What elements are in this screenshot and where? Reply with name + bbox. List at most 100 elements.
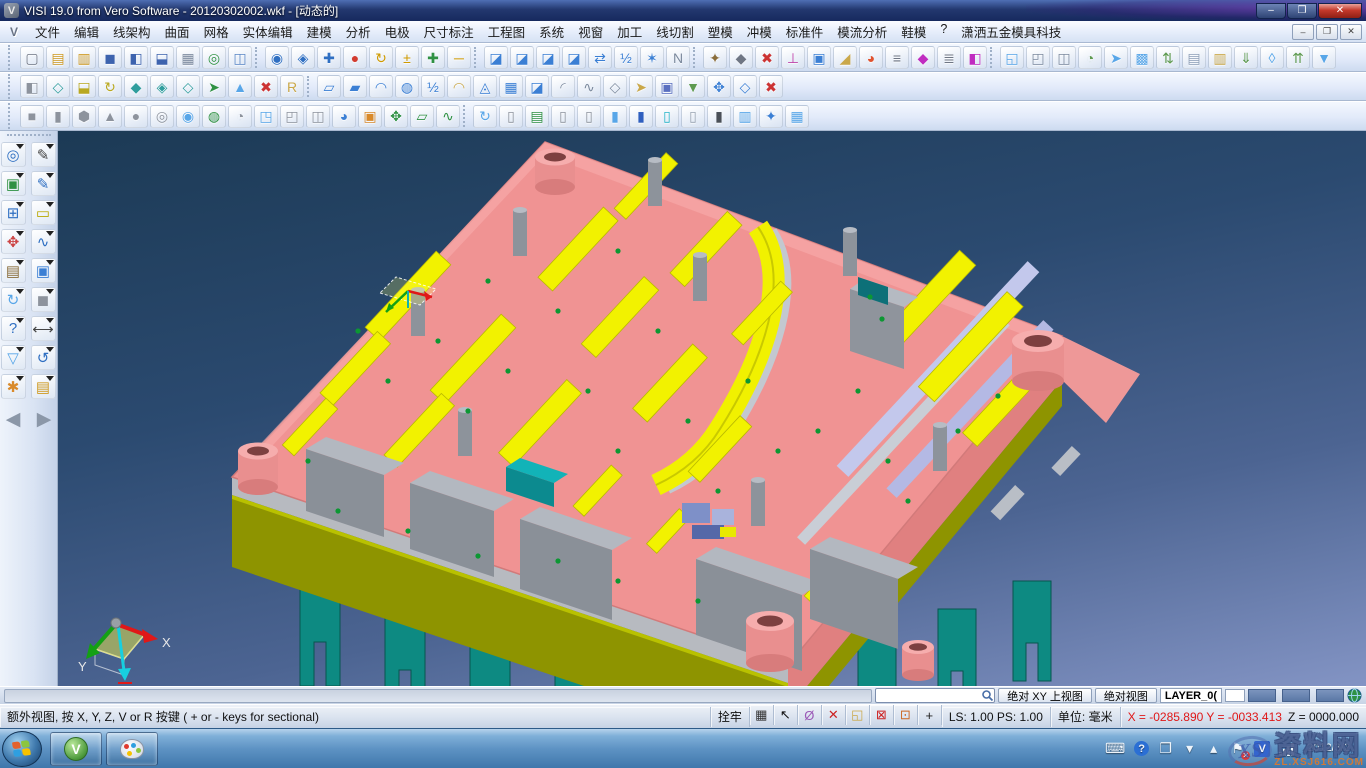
new-file-icon[interactable]: ▢ <box>20 46 44 69</box>
cylinder-combine-icon[interactable]: ◍ <box>202 105 226 128</box>
menu-item-4[interactable]: 曲面 <box>158 20 197 43</box>
cube-panes-icon[interactable]: ▣ <box>655 75 679 98</box>
add-point-icon[interactable]: + <box>918 705 942 725</box>
open-part-icon[interactable]: ▥ <box>72 46 96 69</box>
box-target-icon[interactable]: ⊡ <box>894 705 918 725</box>
action-center-flag-icon[interactable]: ⚑ <box>1230 740 1245 757</box>
split-window-icon[interactable]: ◫ <box>228 46 252 69</box>
solid-open-icon[interactable]: ◰ <box>280 105 304 128</box>
traffic-lights-icon[interactable]: ● <box>343 46 367 69</box>
paste-icon[interactable]: ▥ <box>1208 46 1232 69</box>
surface-order-icon[interactable]: ½ <box>614 46 638 69</box>
delete-trash-icon[interactable]: ▽ <box>1 345 26 370</box>
spread-icon[interactable]: ✥ <box>707 75 731 98</box>
menu-item-1[interactable]: 文件 <box>28 20 67 43</box>
prim-torus-icon[interactable]: ◎ <box>150 105 174 128</box>
menu-item-18[interactable]: 标准件 <box>779 20 831 43</box>
mesh-star-icon[interactable]: ✶ <box>640 46 664 69</box>
show-hidden-icon[interactable]: ▴ <box>1206 740 1221 757</box>
absolute-xy-top-view-button[interactable]: 绝对 XY 上视图 <box>998 688 1092 703</box>
box-3d-icon[interactable]: ◱ <box>846 705 870 725</box>
rainbow-analysis-icon[interactable]: ◕ <box>859 46 883 69</box>
menu-item-14[interactable]: 加工 <box>610 20 649 43</box>
menu-item-16[interactable]: 塑模 <box>701 20 740 43</box>
box-delete-icon[interactable]: ⊠ <box>870 705 894 725</box>
back-arrow-icon[interactable]: ◀ <box>1 407 26 432</box>
mdi-restore-button[interactable]: ❐ <box>1316 24 1338 40</box>
mesh-dome-icon[interactable]: ◍ <box>395 75 419 98</box>
globe-icon[interactable] <box>1347 688 1362 703</box>
solid-mirror-icon[interactable]: ◫ <box>1052 46 1076 69</box>
lock-button[interactable]: 拴牢 <box>711 707 750 727</box>
layer-selector[interactable]: LAYER_0( <box>1160 688 1222 703</box>
grid-snap-icon[interactable]: ▦ <box>750 705 774 725</box>
plane-icon[interactable]: ▱ <box>317 75 341 98</box>
undo-icon[interactable]: ↺ <box>31 345 56 370</box>
tube-bend-icon[interactable]: ◠ <box>447 75 471 98</box>
sketch-circle-icon[interactable]: ✎ <box>31 171 56 196</box>
box-magenta-icon[interactable]: ◧ <box>963 46 987 69</box>
taskbar-visi-button[interactable]: V <box>50 732 102 766</box>
solid-corner-icon[interactable]: ◳ <box>254 105 278 128</box>
copy-icon[interactable]: ▤ <box>1182 46 1206 69</box>
face-flat-icon[interactable]: ◇ <box>603 75 627 98</box>
menu-item-8[interactable]: 分析 <box>339 20 378 43</box>
surface-dome-icon[interactable]: ◠ <box>369 75 393 98</box>
surface-trim-icon[interactable]: ◪ <box>536 46 560 69</box>
window-panes-icon[interactable]: ▣ <box>31 258 56 283</box>
import-tools-icon[interactable]: ⇓ <box>1234 46 1258 69</box>
keyboard-icon[interactable]: ⌨ <box>1105 740 1125 757</box>
cursor-select-icon[interactable]: ↖ <box>774 705 798 725</box>
surface-fly-icon[interactable]: ◪ <box>525 75 549 98</box>
solid-cut-icon[interactable]: ◔ <box>228 105 252 128</box>
cyl-blue-icon[interactable]: ▮ <box>603 105 627 128</box>
surface-vertex-icon[interactable]: ◬ <box>473 75 497 98</box>
view-spin-icon[interactable]: ↻ <box>98 75 122 98</box>
surface-extend-icon[interactable]: ◪ <box>510 46 534 69</box>
menu-item-22[interactable]: 潇洒五金模具科技 <box>954 20 1068 43</box>
view-lift-icon[interactable]: ▲ <box>228 75 252 98</box>
mesh-sheet-icon[interactable]: N <box>666 46 690 69</box>
cube-mini-icon[interactable]: ◇ <box>176 75 200 98</box>
menu-item-21[interactable]: ? <box>933 20 954 43</box>
network-signal-icon[interactable] <box>1279 742 1294 756</box>
solid-extrude-icon[interactable]: ◰ <box>1026 46 1050 69</box>
stack-tool-icon[interactable]: ≣ <box>937 46 961 69</box>
menu-item-19[interactable]: 模流分析 <box>830 20 894 43</box>
print-icon[interactable]: ▦ <box>176 46 200 69</box>
prim-sphere-icon[interactable]: ● <box>124 105 148 128</box>
zoom-window-icon[interactable]: ⊞ <box>1 200 26 225</box>
preview-icon[interactable]: ◎ <box>202 46 226 69</box>
cube-shade-icon[interactable]: ◆ <box>124 75 148 98</box>
select-grid-icon[interactable]: ▦ <box>785 105 809 128</box>
visibility-hide-icon[interactable]: ─ <box>447 46 471 69</box>
restore-button[interactable]: ❐ <box>1287 3 1317 19</box>
solid-display-icon[interactable]: ◼ <box>31 287 56 312</box>
solid-shell-icon[interactable]: ◔ <box>1078 46 1102 69</box>
order-12-icon[interactable]: ½ <box>421 75 445 98</box>
edit-erase-icon[interactable]: ✎ <box>31 142 56 167</box>
chevron-down-icon[interactable]: ▾ <box>1182 740 1197 757</box>
prim-cone-icon[interactable]: ▲ <box>98 105 122 128</box>
tool-disable-icon[interactable]: ✖ <box>755 46 779 69</box>
solid-scale-icon[interactable]: ✥ <box>384 105 408 128</box>
view-delete-icon[interactable]: ✖ <box>254 75 278 98</box>
prim-prism-icon[interactable]: ⬢ <box>72 105 96 128</box>
plane-flip-icon[interactable]: ▱ <box>410 105 434 128</box>
solid-twist-icon[interactable]: ∿ <box>436 105 460 128</box>
menu-item-3[interactable]: 线架构 <box>106 20 158 43</box>
pins-add-icon[interactable]: ⇈ <box>1286 46 1310 69</box>
solid-fold-icon[interactable]: ◫ <box>306 105 330 128</box>
menu-item-7[interactable]: 建模 <box>300 20 339 43</box>
menu-item-20[interactable]: 鞋模 <box>894 20 933 43</box>
help-icon[interactable]: ? <box>1 316 26 341</box>
cyl-plain-icon[interactable]: ▯ <box>551 105 575 128</box>
menu-item-13[interactable]: 视窗 <box>571 20 610 43</box>
wizard-helm-icon[interactable]: ✱ <box>1 374 26 399</box>
visibility-plus-minus-icon[interactable]: ± <box>395 46 419 69</box>
cube-section-icon[interactable]: ◈ <box>150 75 174 98</box>
surface-reverse-icon[interactable]: ⇄ <box>588 46 612 69</box>
assembly-icon[interactable]: ▩ <box>1130 46 1154 69</box>
render-settings-icon[interactable]: ◉ <box>265 46 289 69</box>
search-input[interactable] <box>876 690 981 702</box>
